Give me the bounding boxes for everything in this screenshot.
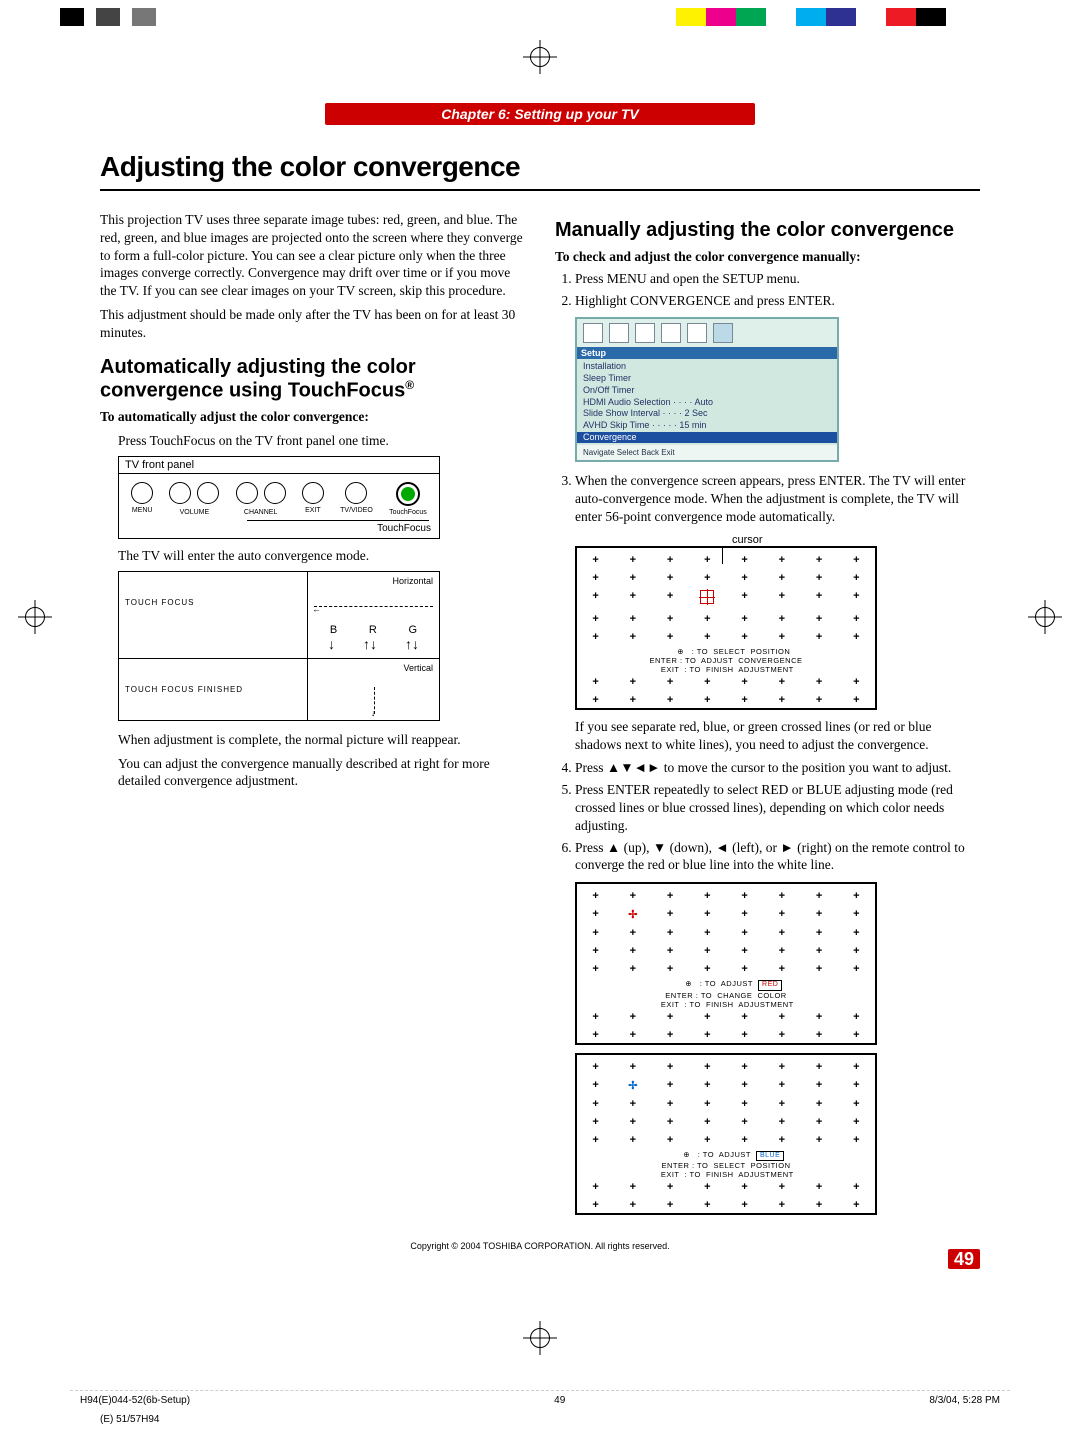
convergence-grid-blue: ++++++++ +✢++++++ ++++++++ ++++++++ ++++… xyxy=(575,1053,877,1215)
auto-after-1: The TV will enter the auto convergence m… xyxy=(118,547,525,565)
r-label: R xyxy=(369,624,377,636)
menu-navigation-hint: Navigate Select Back Exit xyxy=(577,445,837,460)
menu-item: Installation xyxy=(577,361,837,373)
setup-menu-figure: Setup Installation Sleep Timer On/Off Ti… xyxy=(575,317,839,462)
touchfocus-diagram: TOUCH FOCUS Horizontal ← B R G ↓↑↓↑↓ xyxy=(118,571,440,721)
touchfocus-button-icon: TouchFocus xyxy=(389,482,427,516)
touchfocus-mode-label: TOUCH FOCUS xyxy=(119,572,308,658)
intro-paragraph-1: This projection TV uses three separate i… xyxy=(100,211,525,300)
cursor-callout: cursor xyxy=(732,534,763,546)
auto-heading-text: Automatically adjusting the color conver… xyxy=(100,356,416,402)
tv-front-panel-figure: TV front panel MENU VOLUME CHANNEL xyxy=(118,456,440,539)
menu-item: On/Off Timer xyxy=(577,385,837,397)
title-rule xyxy=(100,189,980,191)
b-label: B xyxy=(330,624,337,636)
registration-mark-left xyxy=(18,600,52,639)
registration-mark-bottom xyxy=(0,1321,1080,1360)
menu-item: Slide Show Interval · · · · 2 Sec xyxy=(577,408,837,420)
auto-subhead: To automatically adjust the color conver… xyxy=(100,408,525,426)
page-content: Chapter 6: Setting up your TV Adjusting … xyxy=(100,79,980,1307)
auto-step-text: Press TouchFocus on the TV front panel o… xyxy=(118,432,525,450)
cursor-icon xyxy=(700,590,714,604)
step4-b: to move the cursor to the position you w… xyxy=(660,760,951,775)
exit-button-icon: EXIT xyxy=(302,482,324,516)
step4-a: Press xyxy=(575,760,607,775)
vertical-label: Vertical xyxy=(403,663,433,673)
touchfocus-finished-label: TOUCH FOCUS FINISHED xyxy=(119,659,308,720)
menu-item-selected: Convergence xyxy=(577,432,837,444)
tv-panel-label: TV front panel xyxy=(119,457,439,474)
section-title: Adjusting the color convergence xyxy=(100,151,980,183)
setup-tab-label: Setup xyxy=(577,347,837,359)
exit-button-label: EXIT xyxy=(302,507,324,514)
registration-color-bars xyxy=(0,8,1080,26)
manual-step-4: Press ▲▼◄► to move the cursor to the pos… xyxy=(575,759,980,777)
menu-item: HDMI Audio Selection · · · · Auto xyxy=(577,397,837,409)
intro-paragraph-2: This adjustment should be made only afte… xyxy=(100,306,525,342)
g-label: G xyxy=(409,624,418,636)
arrow-keys-icon: ▲▼◄► xyxy=(607,760,660,775)
convergence-grid-select: cursor ++++++++ ++++++++ +++++++ +++++++… xyxy=(575,546,877,710)
chapter-heading: Chapter 6: Setting up your TV xyxy=(325,103,755,125)
volume-button-label: VOLUME xyxy=(169,509,219,516)
page-number: 49 xyxy=(948,1249,980,1269)
volume-buttons-icon: VOLUME xyxy=(169,482,219,516)
manual-step-5: Press ENTER repeatedly to select RED or … xyxy=(575,781,980,834)
registration-mark-top xyxy=(0,40,1080,79)
horizontal-label: Horizontal xyxy=(392,576,433,586)
manual-step-2: Highlight CONVERGENCE and press ENTER. xyxy=(575,292,980,310)
auto-heading: Automatically adjusting the color conver… xyxy=(100,356,525,403)
print-footer: H94(E)044-52(6b-Setup) 49 8/3/04, 5:28 P… xyxy=(70,1390,1010,1410)
manual-after-3: If you see separate red, blue, or green … xyxy=(575,718,980,754)
tvvideo-button-icon: TV/VIDEO xyxy=(340,482,373,516)
touchfocus-button-label: TouchFocus xyxy=(389,509,427,516)
grid-legend-2: ⊕ : TO ADJUST RED ENTER : TO CHANGE COLO… xyxy=(581,979,871,1008)
menu-button-label: MENU xyxy=(131,507,153,514)
manual-step-3: When the convergence screen appears, pre… xyxy=(575,472,980,525)
auto-after-2: When adjustment is complete, the normal … xyxy=(118,731,525,749)
registration-mark-right xyxy=(1028,600,1062,639)
copyright-text: Copyright © 2004 TOSHIBA CORPORATION. Al… xyxy=(100,1241,980,1251)
foot-mid: 49 xyxy=(554,1395,565,1406)
manual-subhead: To check and adjust the color convergenc… xyxy=(555,248,980,266)
manual-step-1: Press MENU and open the SETUP menu. xyxy=(575,270,980,288)
menu-button-icon: MENU xyxy=(131,482,153,516)
registered-mark: ® xyxy=(405,378,414,392)
foot-right: 8/3/04, 5:28 PM xyxy=(929,1395,1000,1406)
manual-step-6: Press ▲ (up), ▼ (down), ◄ (left), or ► (… xyxy=(575,839,980,875)
channel-buttons-icon: CHANNEL xyxy=(236,482,286,516)
auto-after-3: You can adjust the convergence manually … xyxy=(118,755,525,791)
manual-heading: Manually adjusting the color convergence xyxy=(555,219,980,242)
convergence-grid-red: ++++++++ +✢++++++ ++++++++ ++++++++ ++++… xyxy=(575,882,877,1044)
right-column: Manually adjusting the color convergence… xyxy=(555,205,980,1223)
left-column: This projection TV uses three separate i… xyxy=(100,205,525,1223)
menu-item: Sleep Timer xyxy=(577,373,837,385)
grid-legend-1: ⊕ : TO SELECT POSITION ENTER : TO ADJUST… xyxy=(581,647,871,674)
touchfocus-caption: TouchFocus xyxy=(119,521,439,538)
blue-badge: BLUE xyxy=(756,1151,784,1161)
red-badge: RED xyxy=(758,980,782,990)
foot-left: H94(E)044-52(6b-Setup) xyxy=(80,1395,190,1406)
grid-legend-3: ⊕ : TO ADJUST BLUE ENTER : TO SELECT POS… xyxy=(581,1150,871,1179)
menu-item: AVHD Skip Time · · · · · 15 min xyxy=(577,420,837,432)
channel-button-label: CHANNEL xyxy=(236,509,286,516)
foot-code: (E) 51/57H94 xyxy=(100,1414,1080,1425)
tvvideo-button-label: TV/VIDEO xyxy=(340,507,373,514)
